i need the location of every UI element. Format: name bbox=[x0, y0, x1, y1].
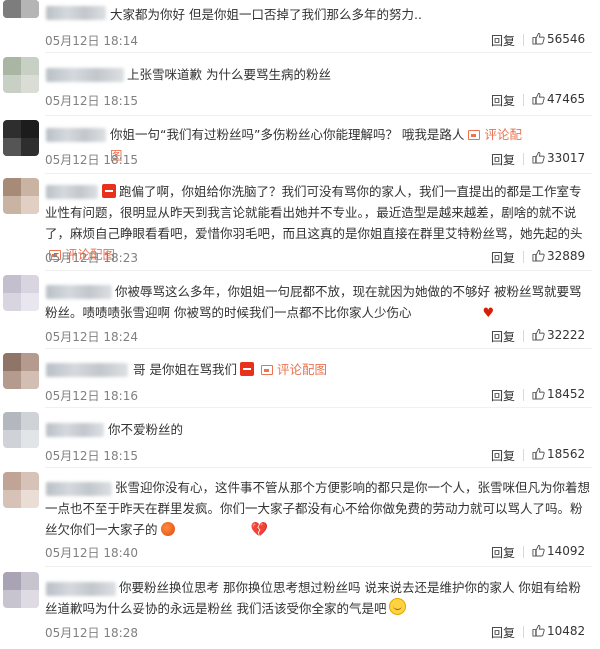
divider bbox=[523, 94, 524, 106]
comment-date: 05月12日 18:16 bbox=[45, 389, 138, 403]
divider bbox=[523, 546, 524, 558]
like-button[interactable]: 14092 bbox=[532, 544, 585, 558]
divider bbox=[523, 449, 524, 461]
emoji-icon bbox=[239, 362, 254, 376]
comment-text: 你要粉丝换位思考 那你换位思考想过粉丝吗 说来说去还是维护你的家人 你姐有给粉丝… bbox=[45, 580, 581, 616]
divider bbox=[523, 626, 524, 638]
reply-button[interactable]: 回复 bbox=[491, 328, 515, 345]
divider bbox=[523, 330, 524, 342]
username-blurred[interactable] bbox=[46, 128, 106, 142]
comment-date: 05月12日 18:40 bbox=[45, 546, 138, 560]
comment-date: 05月12日 18:23 bbox=[45, 251, 138, 265]
comment-text: 你姐一句“我们有过粉丝吗”多伤粉丝心你能理解吗？ 哦我是路人 评论配图 bbox=[110, 127, 522, 163]
thumbs-up-icon bbox=[532, 447, 545, 460]
comment-date: 05月12日 18:28 bbox=[45, 626, 138, 640]
avatar[interactable] bbox=[3, 57, 39, 93]
smile-emoji-icon bbox=[389, 598, 407, 615]
row-divider bbox=[45, 52, 592, 53]
username-blurred[interactable] bbox=[46, 423, 104, 437]
row-divider bbox=[45, 270, 592, 271]
avatar[interactable] bbox=[3, 0, 39, 18]
comment-text: 上张雪咪道歉 为什么要骂生病的粉丝 bbox=[127, 67, 331, 82]
row-divider bbox=[45, 348, 592, 349]
comment-text: 你被辱骂这么多年，你姐姐一句屁都不放，现在就因为她做的不够好 被粉丝骂就要骂粉丝… bbox=[45, 281, 585, 324]
avatar[interactable] bbox=[3, 572, 39, 608]
divider bbox=[523, 34, 524, 46]
row-divider bbox=[45, 566, 592, 567]
reply-button[interactable]: 回复 bbox=[491, 151, 515, 168]
comment-date: 05月12日 18:15 bbox=[45, 153, 138, 167]
thumbs-up-icon bbox=[532, 544, 545, 557]
comment-text: 你不爱粉丝的 bbox=[108, 422, 184, 437]
username-blurred[interactable] bbox=[46, 6, 106, 20]
like-button[interactable]: 10482 bbox=[532, 624, 585, 638]
row-divider bbox=[45, 173, 592, 174]
thumbs-up-icon bbox=[532, 32, 545, 45]
comment-date: 05月12日 18:14 bbox=[45, 34, 138, 48]
reply-button[interactable]: 回复 bbox=[491, 32, 515, 49]
reply-button[interactable]: 回复 bbox=[491, 249, 515, 266]
avatar[interactable] bbox=[3, 353, 39, 389]
avatar[interactable] bbox=[3, 412, 39, 448]
comment-text: 张雪迎你没有心，这件事不管从那个方便影响的都只是你一个人，张雪咪但凡为你着想一点… bbox=[45, 477, 590, 541]
like-button[interactable]: 32222 bbox=[532, 328, 585, 342]
comment-text: 哥 是你姐在骂我们 评论配图 bbox=[133, 362, 327, 377]
comment-date: 05月12日 18:15 bbox=[45, 94, 138, 108]
row-divider bbox=[45, 467, 592, 468]
angry-emoji-icon bbox=[160, 522, 175, 536]
avatar[interactable] bbox=[3, 275, 39, 311]
like-button[interactable]: 47465 bbox=[532, 92, 585, 106]
avatar[interactable] bbox=[3, 120, 39, 156]
username-blurred[interactable] bbox=[46, 363, 128, 377]
username-blurred[interactable] bbox=[46, 68, 124, 82]
row-divider bbox=[45, 407, 592, 408]
thumbs-up-icon bbox=[532, 387, 545, 400]
row-divider bbox=[45, 115, 592, 116]
thumbs-up-icon bbox=[532, 151, 545, 164]
avatar[interactable] bbox=[3, 178, 39, 214]
comment-text: 大家都为你好 但是你姐一口否掉了我们那么多年的努力.. bbox=[110, 7, 422, 22]
thumbs-up-icon bbox=[532, 92, 545, 105]
reply-button[interactable]: 回复 bbox=[491, 624, 515, 641]
like-button[interactable]: 18562 bbox=[532, 447, 585, 461]
like-button[interactable]: 56546 bbox=[532, 32, 585, 46]
broken-heart-icon: 💔 bbox=[250, 522, 268, 538]
heart-icon: ♥ bbox=[482, 306, 495, 321]
divider bbox=[523, 389, 524, 401]
reply-button[interactable]: 回复 bbox=[491, 387, 515, 404]
comment-date: 05月12日 18:24 bbox=[45, 330, 138, 344]
thumbs-up-icon bbox=[532, 328, 545, 341]
thumbs-up-icon bbox=[532, 624, 545, 637]
emoji-icon bbox=[102, 184, 116, 198]
reply-button[interactable]: 回复 bbox=[491, 447, 515, 464]
comment-image-link[interactable]: 评论配图 bbox=[277, 362, 327, 377]
like-button[interactable]: 33017 bbox=[532, 151, 585, 165]
like-button[interactable]: 32889 bbox=[532, 249, 585, 263]
thumbs-up-icon bbox=[532, 249, 545, 262]
comment-date: 05月12日 18:15 bbox=[45, 449, 138, 463]
divider bbox=[523, 153, 524, 165]
reply-button[interactable]: 回复 bbox=[491, 544, 515, 561]
image-icon bbox=[260, 365, 273, 375]
avatar[interactable] bbox=[3, 472, 39, 508]
image-icon bbox=[468, 130, 481, 140]
divider bbox=[523, 251, 524, 263]
like-button[interactable]: 18452 bbox=[532, 387, 585, 401]
reply-button[interactable]: 回复 bbox=[491, 92, 515, 109]
